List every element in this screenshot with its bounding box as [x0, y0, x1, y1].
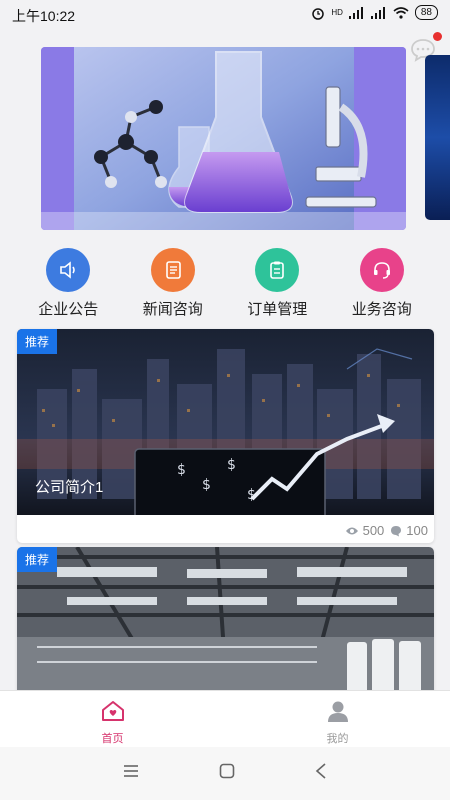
article-title: 公司简介1 — [35, 479, 104, 496]
battery-indicator: 88 — [414, 5, 438, 20]
back-nav-button[interactable] — [315, 763, 327, 784]
alarm-icon — [312, 7, 325, 20]
speaker-icon — [46, 248, 91, 292]
article-stats: 500 100 — [345, 523, 428, 538]
article-card[interactable]: $ $ $ $ 推荐 公司简介1 500 100 — [17, 329, 434, 543]
tab-home-label: 首页 — [101, 733, 124, 745]
hd-label: HD — [331, 8, 343, 17]
svg-text:$: $ — [177, 462, 186, 478]
status-time: 上午10:22 — [12, 8, 76, 24]
tab-mine-label: 我的 — [326, 733, 349, 745]
quick-nav-label: 新闻咨询 — [142, 301, 203, 318]
menu-icon — [124, 765, 138, 777]
recommend-badge: 推荐 — [17, 547, 58, 572]
home-nav-button[interactable] — [219, 763, 235, 784]
status-icons: HD 88 — [311, 5, 438, 20]
article-image: $ $ $ $ 推荐 公司简介1 — [17, 329, 434, 515]
quick-nav-orders[interactable]: 订单管理 — [225, 248, 330, 318]
recommend-badge: 推荐 — [17, 329, 58, 354]
article-image: 推荐 — [17, 547, 434, 697]
views-stat: 500 — [345, 523, 385, 538]
bottom-tab-bar: 首页 我的 — [0, 690, 450, 747]
home-icon — [101, 701, 124, 721]
quick-nav-business[interactable]: 业务咨询 — [330, 248, 435, 318]
quick-nav-announcement[interactable]: 企业公告 — [16, 248, 121, 318]
banner-carousel[interactable] — [41, 47, 406, 230]
tab-mine[interactable]: 我的 — [225, 691, 450, 747]
quick-nav-news[interactable]: 新闻咨询 — [121, 248, 226, 318]
svg-text:$: $ — [227, 457, 236, 473]
notification-dot — [433, 32, 442, 41]
wifi-icon — [393, 6, 409, 19]
views-count: 500 — [362, 523, 385, 538]
banner-image — [41, 47, 406, 230]
quick-nav-label: 企业公告 — [38, 301, 99, 318]
news-icon — [150, 248, 195, 292]
quick-nav-label: 订单管理 — [247, 301, 308, 318]
article-card[interactable]: 推荐 — [17, 547, 434, 697]
signal-icon — [348, 6, 363, 19]
user-icon — [327, 701, 348, 722]
system-nav-bar — [0, 747, 450, 800]
back-chevron-icon — [315, 763, 326, 779]
svg-text:$: $ — [202, 477, 211, 493]
warehouse-image — [17, 547, 434, 697]
comment-icon — [391, 525, 402, 536]
signal2-icon — [370, 6, 385, 19]
square-icon — [219, 763, 235, 779]
quick-nav: 企业公告 新闻咨询 订单管理 业务咨询 — [16, 248, 434, 318]
comments-count: 100 — [406, 523, 428, 538]
menu-nav-button[interactable] — [123, 764, 139, 783]
tab-home[interactable]: 首页 — [0, 691, 225, 747]
eye-icon — [345, 527, 358, 534]
banner-next-slide[interactable] — [425, 55, 450, 220]
status-bar: 上午10:22 HD 88 — [0, 0, 450, 28]
clipboard-icon — [255, 248, 300, 292]
quick-nav-label: 业务咨询 — [351, 301, 412, 318]
headset-icon — [359, 248, 404, 292]
comments-stat: 100 — [390, 523, 428, 538]
